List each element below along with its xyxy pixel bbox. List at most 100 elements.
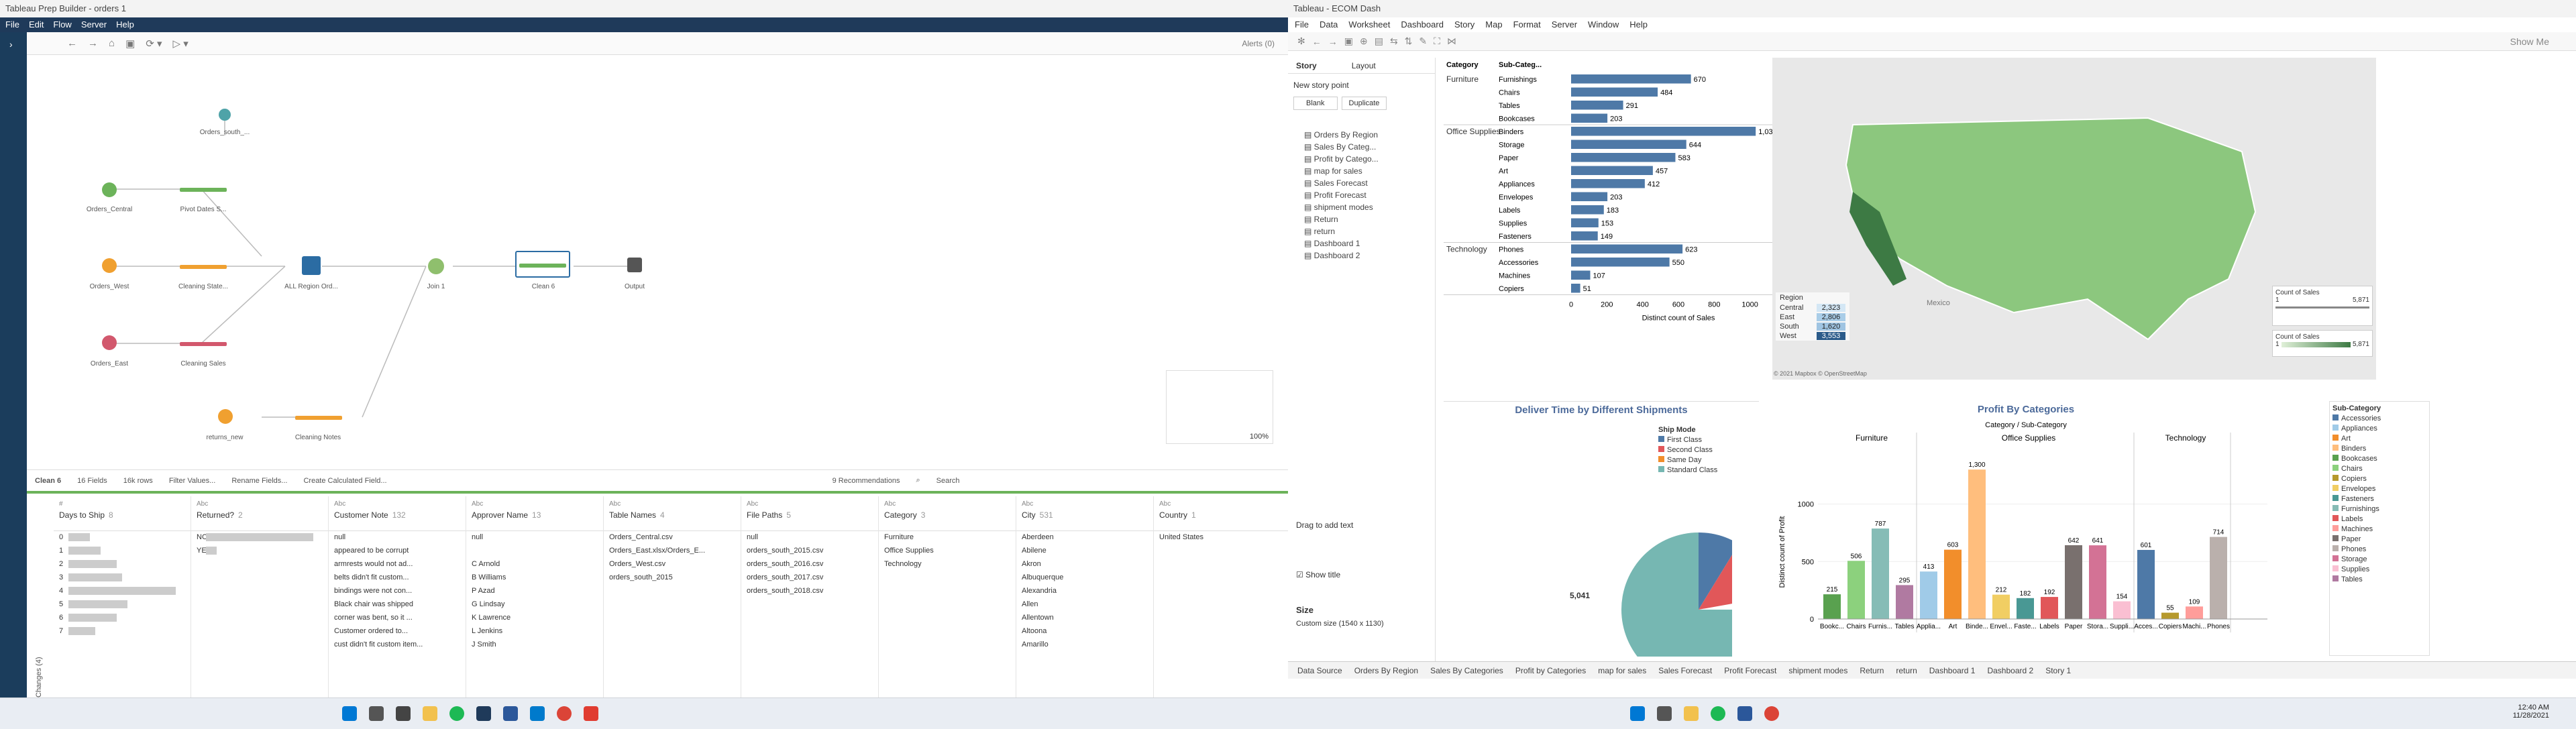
bar[interactable] [2161, 612, 2179, 619]
tableau-menu-item[interactable]: Window [1588, 17, 1619, 32]
changes-tab[interactable]: Changes (4) [35, 503, 48, 697]
tableau-logo-icon[interactable]: ✻ [1297, 36, 1305, 47]
bar[interactable] [1944, 549, 1962, 619]
profile-value[interactable]: 2 [54, 558, 191, 571]
bar[interactable] [1571, 166, 1653, 176]
windows-start-icon[interactable] [342, 706, 357, 721]
file-explorer-icon[interactable] [423, 706, 437, 721]
profile-value[interactable]: B Williams [466, 571, 603, 585]
column-header[interactable]: Abc Approver Name 13 [466, 496, 603, 531]
bar[interactable] [1571, 74, 1691, 84]
spotify-icon[interactable] [449, 706, 464, 721]
profile-value[interactable]: Amarillo [1016, 638, 1153, 652]
back-icon[interactable]: ← [1312, 36, 1322, 47]
profile-value[interactable]: armrests would not ad... [329, 558, 466, 571]
profile-value[interactable]: 0 [54, 531, 191, 545]
recommendations-button[interactable]: 9 Recommendations [833, 477, 900, 485]
presentation-icon[interactable]: ⛶ [1434, 36, 1440, 47]
save-icon[interactable]: ▣ [125, 38, 135, 50]
word-icon-2[interactable] [1737, 706, 1752, 721]
profile-value[interactable]: Akron [1016, 558, 1153, 571]
bar[interactable] [1571, 258, 1670, 267]
returns-node[interactable] [218, 409, 233, 424]
show-me-button[interactable]: Show Me [2510, 36, 2549, 47]
profile-column[interactable]: Abc Category 3 Furniture Office Supplies Tech… [879, 496, 1016, 697]
bar[interactable] [1571, 218, 1599, 228]
bar[interactable] [1920, 571, 1937, 619]
tableau-menu-item[interactable]: Format [1513, 17, 1541, 32]
tableau-menu-item[interactable]: Help [1629, 17, 1648, 32]
chevron-right-icon[interactable]: › [9, 39, 13, 50]
save-icon[interactable]: ▣ [1344, 36, 1353, 47]
ship-legend-item[interactable]: First Class [1658, 436, 1759, 444]
sheet-list-item[interactable]: ▤ map for sales [1288, 165, 1435, 177]
subcat-legend-item[interactable]: Supplies [2332, 565, 2426, 573]
profile-value[interactable]: C Arnold [466, 558, 603, 571]
bar[interactable] [2210, 537, 2227, 619]
share-icon[interactable]: ⋈ [1447, 36, 1456, 47]
sheet-tab[interactable]: return [1896, 662, 1917, 679]
bar[interactable] [1847, 561, 1865, 619]
profile-value[interactable]: YES [191, 545, 328, 558]
profile-value[interactable]: Orders_West.csv [604, 558, 741, 571]
orders-south-node[interactable] [219, 109, 231, 121]
subcat-legend-item[interactable]: Appliances [2332, 425, 2426, 433]
profile-value[interactable]: L Jenkins [466, 625, 603, 638]
column-header[interactable]: Abc Category 3 [879, 496, 1016, 531]
sheet-list-item[interactable]: ▤ shipment modes [1288, 201, 1435, 213]
sheet-tab[interactable]: Profit Forecast [1724, 662, 1776, 679]
profile-column[interactable]: Abc Table Names 4 Orders_Central.csv Orders_… [604, 496, 741, 697]
sheet-tab[interactable]: shipment modes [1788, 662, 1847, 679]
bar[interactable] [1571, 270, 1591, 280]
sheet-list-item[interactable]: ▤ Profit by Catego... [1288, 153, 1435, 165]
blank-button[interactable]: Blank [1293, 97, 1338, 110]
sheet-tab[interactable]: Profit by Categories [1515, 662, 1586, 679]
duplicate-button[interactable]: Duplicate [1341, 97, 1387, 110]
story-tab[interactable]: Story [1288, 58, 1325, 73]
profile-column[interactable]: # Days to Ship 8 0 1 2 3 4 5 6 7 [54, 496, 191, 697]
new-sheet-icon[interactable]: ▤ [1375, 36, 1383, 47]
profile-value[interactable]: orders_south_2017.csv [741, 571, 878, 585]
sheet-list-item[interactable]: ▤ Profit Forecast [1288, 189, 1435, 201]
profile-value[interactable]: 7 [54, 625, 191, 638]
search-icon-2[interactable] [1657, 706, 1672, 721]
profile-value[interactable]: null [741, 531, 878, 545]
subcat-legend-item[interactable]: Paper [2332, 535, 2426, 543]
profile-value[interactable]: Orders_East.xlsx/Orders_E... [604, 545, 741, 558]
search-icon[interactable]: ⌕ [916, 476, 920, 485]
word-icon[interactable] [503, 706, 518, 721]
acrobat-icon[interactable] [584, 706, 598, 721]
add-datasource-icon[interactable]: ⊕ [1360, 36, 1368, 47]
profile-value[interactable]: null [329, 531, 466, 545]
profile-value[interactable]: 3 [54, 571, 191, 585]
bar[interactable] [2186, 606, 2203, 619]
bar[interactable] [1571, 113, 1608, 123]
region-row[interactable]: West 3,553 [1776, 331, 1849, 341]
swap-icon[interactable]: ⇆ [1390, 36, 1398, 47]
alerts-label[interactable]: Alerts (0) [1242, 39, 1275, 48]
ship-legend-item[interactable]: Same Day [1658, 456, 1759, 464]
bar[interactable] [1571, 284, 1580, 293]
menu-help[interactable]: Help [116, 17, 134, 32]
sort-icon[interactable]: ⇅ [1405, 36, 1413, 47]
sales-filter-legend[interactable]: Count of Sales 1 5,871 [2272, 286, 2373, 326]
chrome-icon[interactable] [557, 706, 572, 721]
profile-value[interactable]: 5 [54, 598, 191, 612]
bar[interactable] [1992, 594, 2010, 619]
home-icon[interactable]: ⌂ [109, 38, 115, 49]
bar[interactable] [2137, 549, 2155, 619]
subcat-legend-item[interactable]: Art [2332, 435, 2426, 443]
profile-column[interactable]: Abc Customer Note 132 null appeared to be co… [329, 496, 466, 697]
filter-values-button[interactable]: Filter Values... [169, 477, 216, 485]
profile-value[interactable]: United States [1154, 531, 1288, 545]
back-icon[interactable]: ← [67, 38, 77, 49]
bar[interactable] [1968, 469, 1986, 619]
orders-west-node[interactable] [102, 258, 117, 273]
ship-legend-item[interactable]: Second Class [1658, 446, 1759, 454]
bar[interactable] [1571, 205, 1604, 215]
sheet-tab[interactable]: Story 1 [2045, 662, 2071, 679]
clock[interactable]: 12:40 AM 11/28/2021 [2513, 704, 2549, 720]
bar[interactable] [2113, 601, 2131, 619]
clean-state-step[interactable] [180, 265, 227, 269]
profile-value[interactable]: bindings were not con... [329, 585, 466, 598]
